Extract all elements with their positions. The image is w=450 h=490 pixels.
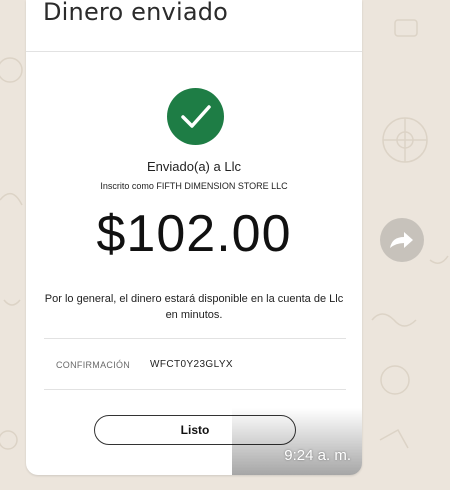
- confirmation-number: WFCT0Y23GLYX: [150, 359, 233, 370]
- amount: $102.00: [96, 205, 292, 263]
- confirmation-bottom-divider: [44, 389, 346, 390]
- check-circle-icon: [167, 88, 224, 145]
- message-timestamp: 9:24 a. m.: [284, 447, 351, 464]
- availability-notice: Por lo general, el dinero estará disponi…: [44, 293, 344, 321]
- forward-icon: [390, 232, 413, 248]
- page-title: Dinero enviado: [43, 0, 229, 26]
- confirmation-top-divider: [44, 338, 346, 339]
- confirmation-label: CONFIRMACIÓN: [56, 360, 131, 370]
- forward-button[interactable]: [380, 218, 424, 262]
- payment-confirmation-card: Dinero enviado Enviado(a) a Llc Inscrito…: [26, 0, 362, 475]
- header-divider: [26, 51, 362, 52]
- registered-name: Inscrito como FIFTH DIMENSION STORE LLC: [100, 181, 288, 191]
- timestamp-overlay: [232, 408, 362, 475]
- recipient-line: Enviado(a) a Llc: [147, 159, 241, 174]
